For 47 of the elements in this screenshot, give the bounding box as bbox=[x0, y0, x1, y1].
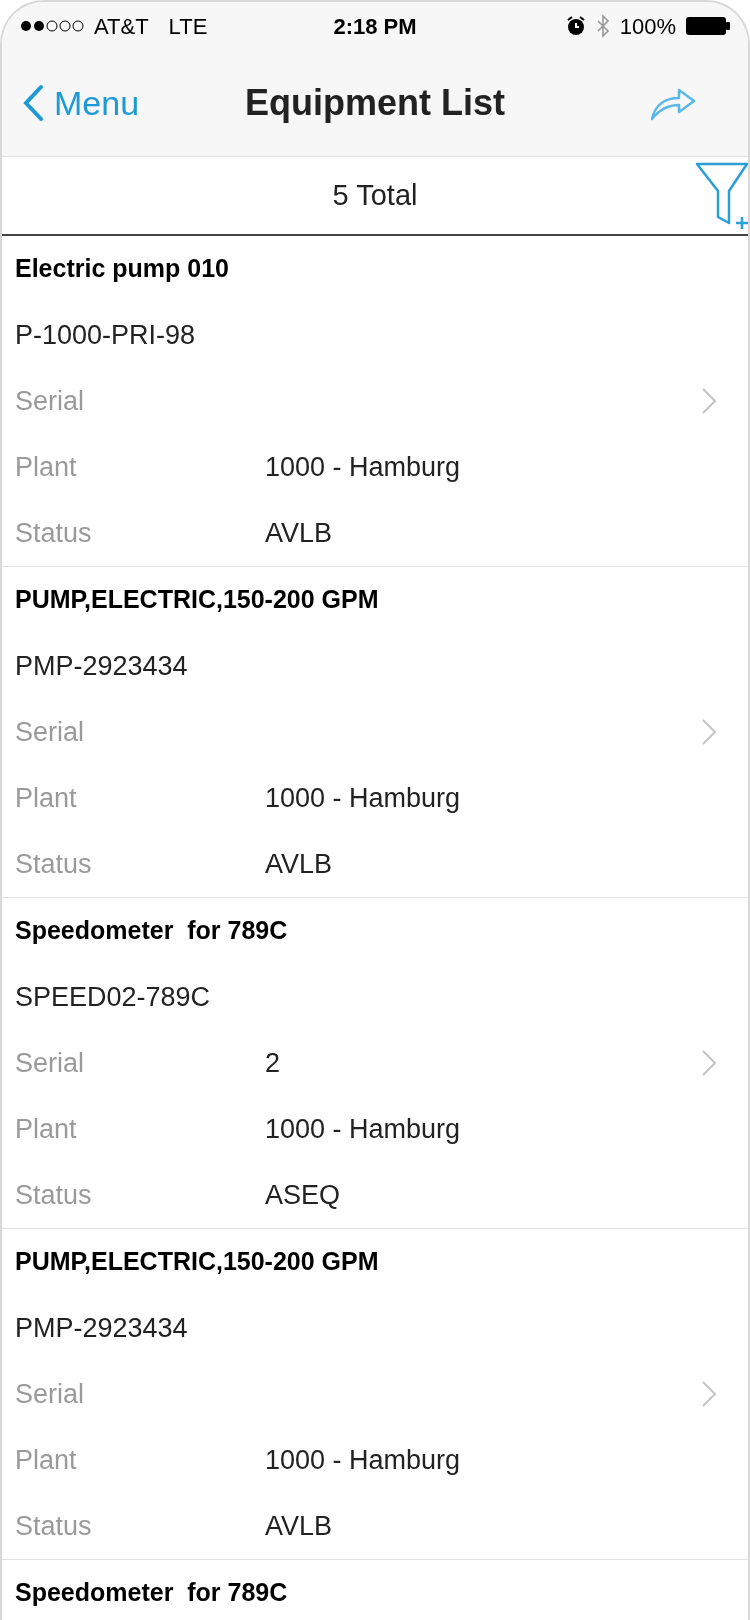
field-value: 2 bbox=[265, 1046, 281, 1080]
equipment-title[interactable]: PUMP,ELECTRIC,150-200 GPM bbox=[15, 1243, 379, 1281]
carrier-name: AT&T bbox=[94, 12, 149, 41]
field-label: Plant bbox=[15, 450, 78, 484]
field-value: AVLB bbox=[265, 847, 333, 881]
back-chevron-icon bbox=[22, 84, 44, 122]
bluetooth-icon bbox=[595, 14, 610, 38]
field-value: ASEQ bbox=[265, 1178, 341, 1212]
field-label: Serial bbox=[15, 1046, 86, 1080]
field-label: Plant bbox=[15, 781, 78, 815]
equipment-title[interactable]: Speedometer for 789C bbox=[15, 912, 288, 950]
field-value: 1000 - Hamburg bbox=[265, 1112, 461, 1146]
chevron-right-icon[interactable] bbox=[701, 718, 717, 746]
field-value: AVLB bbox=[265, 516, 333, 550]
field-value: AVLB bbox=[265, 1509, 333, 1543]
filter-button[interactable] bbox=[694, 161, 748, 231]
battery-icon bbox=[686, 16, 730, 36]
field-label: Serial bbox=[15, 384, 86, 418]
chevron-right-icon[interactable] bbox=[701, 1049, 717, 1077]
chevron-right-icon[interactable] bbox=[701, 1380, 717, 1408]
equipment-id: PMP-2923434 bbox=[15, 649, 188, 683]
equipment-title[interactable]: PUMP,ELECTRIC,150-200 GPM bbox=[15, 581, 379, 619]
field-label: Serial bbox=[15, 1377, 86, 1411]
screen-title: Equipment List bbox=[245, 81, 505, 125]
field-label: Status bbox=[15, 847, 93, 881]
filter-add-icon bbox=[694, 161, 748, 229]
field-label: Status bbox=[15, 516, 93, 550]
network-type: LTE bbox=[168, 12, 208, 41]
equipment-id: P-1000-PRI-98 bbox=[15, 318, 196, 352]
signal-strength-icon bbox=[20, 20, 86, 32]
clock-time: 2:18 PM bbox=[332, 12, 418, 41]
chevron-right-icon[interactable] bbox=[701, 387, 717, 415]
field-label: Serial bbox=[15, 715, 86, 749]
field-label: Status bbox=[15, 1509, 93, 1543]
field-label: Plant bbox=[15, 1443, 78, 1477]
field-value: 1000 - Hamburg bbox=[265, 781, 461, 815]
field-value: 1000 - Hamburg bbox=[265, 450, 461, 484]
total-count: 5 Total bbox=[332, 177, 418, 213]
field-value: 1000 - Hamburg bbox=[265, 1443, 461, 1477]
alarm-clock-icon bbox=[565, 16, 586, 36]
field-label: Plant bbox=[15, 1112, 78, 1146]
field-label: Status bbox=[15, 1178, 93, 1212]
equipment-title[interactable]: Electric pump 010 bbox=[15, 250, 229, 288]
equipment-id: PMP-2923434 bbox=[15, 1311, 188, 1345]
battery-percentage: 100% bbox=[619, 12, 676, 41]
equipment-id: SPEED02-789C bbox=[15, 980, 211, 1014]
equipment-title[interactable]: Speedometer for 789C bbox=[15, 1574, 288, 1612]
